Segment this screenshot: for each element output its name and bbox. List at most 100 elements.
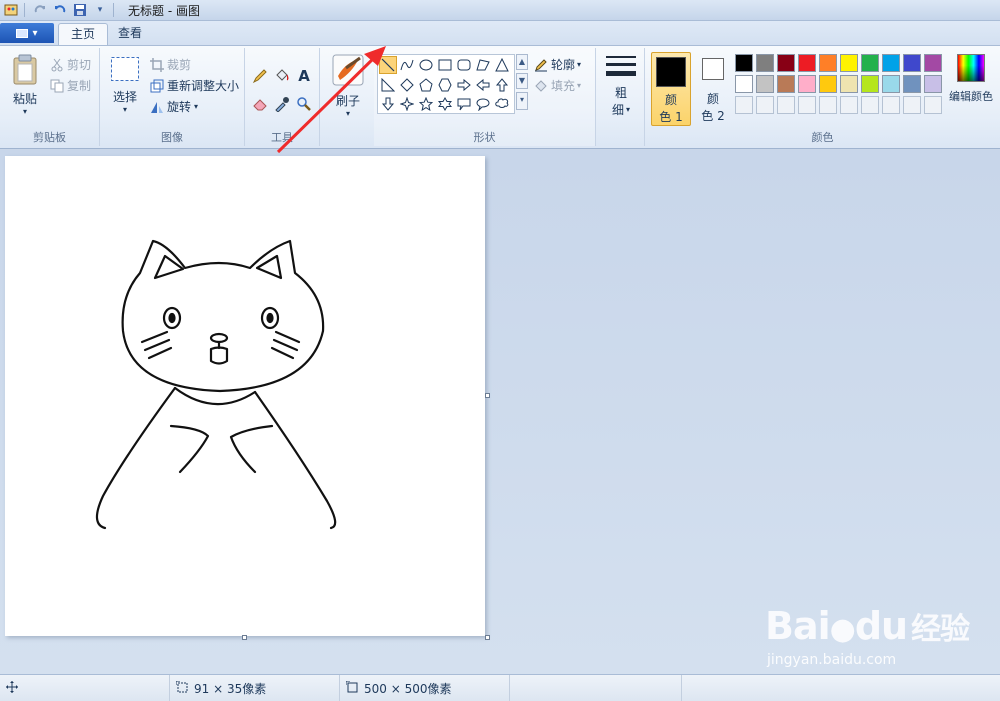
custom-color-slot[interactable] (756, 96, 774, 114)
left-arrow-icon (476, 78, 490, 92)
polygon-shape[interactable] (474, 56, 492, 74)
resize-button[interactable]: 重新调整大小 (150, 77, 239, 94)
size-group: 粗 细 ▾ (597, 48, 645, 146)
five-point-star-shape[interactable] (417, 95, 435, 113)
gallery-expand-button[interactable]: ▾ (516, 92, 528, 110)
color2-fill (703, 59, 723, 79)
palette-swatch[interactable] (861, 75, 879, 93)
oval-callout-shape[interactable] (474, 95, 492, 113)
copy-button[interactable]: 复制 (50, 77, 91, 94)
watermark-brand-text: Bai (765, 604, 831, 648)
palette-swatch[interactable] (924, 75, 942, 93)
curve-shape[interactable] (398, 56, 416, 74)
palette-swatch[interactable] (798, 75, 816, 93)
pentagon-shape[interactable] (417, 76, 435, 94)
document-icon (16, 28, 29, 38)
image-group: 选择 ▾ 裁剪 重新调整大小 旋转 ▾ 图像 (100, 48, 245, 146)
undo-icon[interactable] (51, 1, 69, 19)
paint-app-icon[interactable] (2, 1, 20, 19)
rounded-rectangle-shape[interactable] (455, 56, 473, 74)
palette-swatch[interactable] (819, 75, 837, 93)
size-button[interactable]: 粗 细 ▾ (603, 54, 639, 118)
oval-icon (419, 59, 433, 71)
custom-color-slot[interactable] (861, 96, 879, 114)
palette-swatch[interactable] (735, 75, 753, 93)
canvas-resize-handle-right[interactable] (485, 393, 490, 398)
chevron-down-icon: ▾ (577, 81, 582, 90)
triangle-icon (495, 58, 509, 72)
line-width-icon (606, 56, 636, 76)
custom-color-slot[interactable] (735, 96, 753, 114)
paste-button[interactable]: 粘贴 ▾ (8, 54, 42, 116)
palette-swatch[interactable] (861, 54, 879, 72)
chevron-down-icon: ▾ (577, 60, 582, 69)
watermark-brand-tail: 经验 (911, 612, 970, 647)
palette-swatch[interactable] (882, 75, 900, 93)
four-point-star-shape[interactable] (398, 95, 416, 113)
canvas-resize-handle-bottom[interactable] (242, 635, 247, 640)
cloud-callout-shape[interactable] (493, 95, 511, 113)
select-button[interactable]: 选择 ▾ (108, 56, 142, 114)
color1-fill (657, 58, 685, 86)
color2-label-line1: 颜 (706, 92, 719, 106)
diamond-icon (400, 78, 414, 92)
custom-color-slot[interactable] (777, 96, 795, 114)
tab-view[interactable]: 查看 (106, 23, 154, 45)
redo-icon[interactable] (31, 1, 49, 19)
palette-swatch[interactable] (777, 54, 795, 72)
rotate-button[interactable]: 旋转 ▾ (150, 98, 198, 115)
oval-shape[interactable] (417, 56, 435, 74)
status-bar: 91 × 35像素 500 × 500像素 (0, 674, 1000, 701)
cut-button[interactable]: 剪切 (50, 56, 91, 73)
palette-swatch[interactable] (840, 75, 858, 93)
custom-color-slot[interactable] (819, 96, 837, 114)
rectangle-shape[interactable] (436, 56, 454, 74)
palette-swatch[interactable] (924, 54, 942, 72)
custom-color-slot[interactable] (924, 96, 942, 114)
crop-button[interactable]: 裁剪 (150, 56, 191, 73)
copy-label: 复制 (67, 79, 92, 93)
six-point-star-shape[interactable] (436, 95, 454, 113)
up-arrow-shape[interactable] (493, 76, 511, 94)
edit-colors-button[interactable]: 编辑颜色 (945, 54, 997, 104)
diamond-shape[interactable] (398, 76, 416, 94)
palette-swatch[interactable] (840, 54, 858, 72)
watermark-url: jingyan.baidu.com (767, 652, 897, 668)
custom-color-slot[interactable] (882, 96, 900, 114)
custom-color-slot[interactable] (798, 96, 816, 114)
app-menu-button[interactable]: ▾ (0, 23, 54, 43)
save-icon[interactable] (71, 1, 89, 19)
drawing-canvas[interactable] (5, 156, 485, 636)
outline-button[interactable]: 轮廓 ▾ (534, 56, 581, 73)
canvas-resize-handle-corner[interactable] (485, 635, 490, 640)
gallery-scroll-up[interactable]: ▲ (516, 54, 528, 70)
customize-quick-access-icon[interactable]: ▾ (91, 1, 109, 19)
palette-swatch[interactable] (777, 75, 795, 93)
right-arrow-shape[interactable] (455, 76, 473, 94)
custom-color-slot[interactable] (903, 96, 921, 114)
palette-swatch[interactable] (735, 54, 753, 72)
gallery-scroll-down[interactable]: ▼ (516, 73, 528, 89)
palette-swatch[interactable] (819, 54, 837, 72)
color2-button[interactable]: 颜 色 2 (693, 52, 733, 126)
color1-button[interactable]: 颜 色 1 (651, 52, 691, 126)
palette-swatch[interactable] (903, 75, 921, 93)
custom-color-slot[interactable] (840, 96, 858, 114)
separator (24, 3, 25, 17)
chevron-down-icon: ▾ (194, 102, 199, 111)
tab-home[interactable]: 主页 (58, 23, 109, 45)
selection-size-icon (175, 680, 188, 696)
palette-swatch[interactable] (903, 54, 921, 72)
rounded-callout-shape[interactable] (455, 95, 473, 113)
hexagon-shape[interactable] (436, 76, 454, 94)
triangle-shape[interactable] (493, 56, 511, 74)
fill-button[interactable]: 填充 ▾ (534, 77, 581, 94)
four-point-star-icon (400, 97, 414, 111)
color2-label-line2: 色 2 (701, 109, 725, 123)
left-arrow-shape[interactable] (474, 76, 492, 94)
scissors-icon (50, 58, 64, 72)
palette-swatch[interactable] (882, 54, 900, 72)
palette-swatch[interactable] (756, 54, 774, 72)
palette-swatch[interactable] (756, 75, 774, 93)
palette-swatch[interactable] (798, 54, 816, 72)
